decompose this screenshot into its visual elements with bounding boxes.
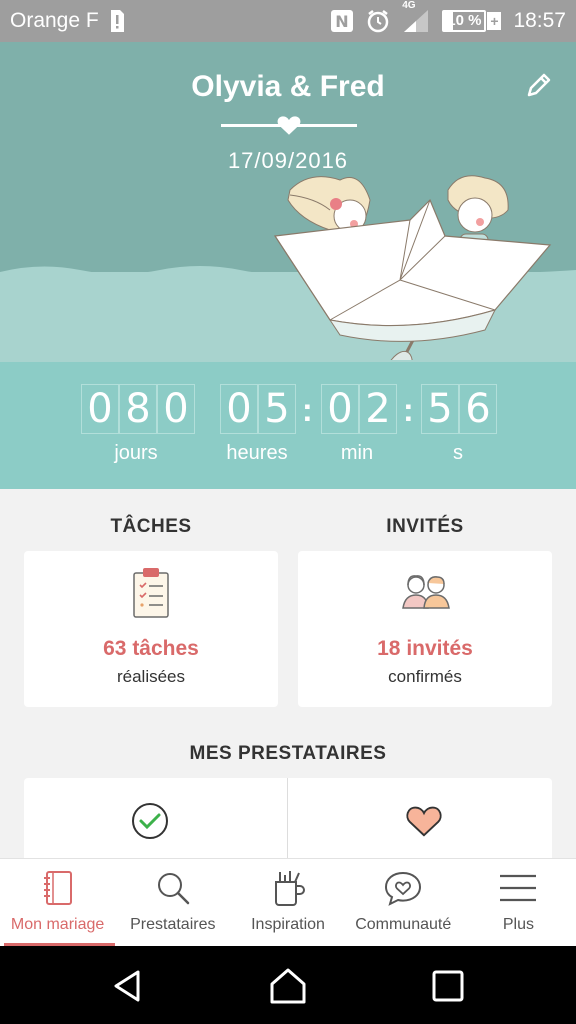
countdown-minute-digit: 0 xyxy=(321,384,359,434)
tasks-count: 63 tâches xyxy=(103,637,199,660)
nav-label: Mon mariage xyxy=(10,916,105,933)
countdown-minute-digit: 2 xyxy=(359,384,397,434)
guests-couple-icon xyxy=(402,575,450,609)
paper-boat-couple-illustration xyxy=(273,175,552,360)
vendors-card xyxy=(24,778,552,868)
countdown-second-digit: 6 xyxy=(459,384,497,434)
guests-section-title: INVITÉS xyxy=(386,516,464,537)
guests-caption: confirmés xyxy=(388,667,462,686)
search-icon xyxy=(157,873,190,905)
home-icon[interactable] xyxy=(268,966,308,1006)
network-type: 4G xyxy=(402,0,416,11)
countdown-hour-digit: 5 xyxy=(258,384,296,434)
countdown-days-label: jours xyxy=(114,442,158,464)
nav-item-inspiration[interactable]: Inspiration xyxy=(230,859,345,946)
battery-icon: 10 % + xyxy=(442,10,502,32)
notebook-icon xyxy=(43,871,72,905)
vendors-favorites-tile[interactable] xyxy=(288,778,552,868)
inspiration-cup-icon xyxy=(275,871,305,906)
guests-count: 18 invités xyxy=(377,637,473,660)
countdown-minutes-label: min xyxy=(340,442,374,464)
nav-label: Plus xyxy=(502,916,534,933)
guests-card[interactable]: 18 invités confirmés xyxy=(298,551,552,707)
nav-item-prestataires[interactable]: Prestataires xyxy=(115,859,230,946)
countdown-seconds-label: s xyxy=(453,442,463,464)
status-icons: N 4G 10 % + 18:57 xyxy=(330,0,566,34)
nav-label: Prestataires xyxy=(130,916,216,933)
carrier-group: Orange F xyxy=(10,9,125,33)
nav-item-mon-mariage[interactable]: Mon mariage xyxy=(0,859,116,946)
tasks-card[interactable]: 63 tâches réalisées xyxy=(24,551,278,707)
nav-label: Communauté xyxy=(355,916,452,933)
svg-text:N: N xyxy=(336,12,349,31)
signal-icon: 4G xyxy=(402,0,430,34)
heart-icon xyxy=(406,806,442,837)
countdown-day-digit: 0 xyxy=(81,384,119,434)
check-circle-icon xyxy=(132,803,168,839)
battery-level: 10 % xyxy=(442,10,487,32)
system-navigation-bar xyxy=(0,946,576,1024)
vendors-booked-tile[interactable] xyxy=(24,778,287,868)
countdown-hours-label: heures xyxy=(226,442,288,464)
back-icon[interactable] xyxy=(108,966,148,1006)
countdown: 0 8 0 0 5 : 0 2 : 5 6 jours heures min s xyxy=(0,362,576,489)
couple-names: Olyvia & Fred xyxy=(191,70,385,103)
chat-heart-icon xyxy=(385,871,422,906)
countdown-separator: : xyxy=(302,392,313,428)
clipboard-checklist-icon xyxy=(133,568,169,618)
bottom-navigation: Mon mariage Prestataires Inspiration Com… xyxy=(0,858,576,946)
tasks-caption: réalisées xyxy=(116,667,186,686)
nav-label: Inspiration xyxy=(251,916,325,933)
clock: 18:57 xyxy=(513,9,566,32)
nfc-icon: N xyxy=(330,9,354,33)
countdown-second-digit: 5 xyxy=(421,384,459,434)
countdown-hour-digit: 0 xyxy=(220,384,258,434)
nav-item-communaute[interactable]: Communauté xyxy=(346,859,461,946)
heart-icon xyxy=(277,116,301,135)
countdown-day-digit: 0 xyxy=(157,384,195,434)
countdown-day-digit: 8 xyxy=(119,384,157,434)
edit-pencil-icon[interactable] xyxy=(524,70,554,100)
nav-item-plus[interactable]: Plus xyxy=(461,859,576,946)
tasks-section-title: TÂCHES xyxy=(110,516,192,537)
menu-icon xyxy=(500,874,537,902)
alarm-icon xyxy=(366,9,390,33)
carrier-name: Orange F xyxy=(10,9,99,32)
vendors-section-title: MES PRESTATAIRES xyxy=(189,743,387,764)
sim-alert-icon xyxy=(109,9,125,33)
charging-plus-icon: + xyxy=(487,12,502,30)
recent-apps-icon[interactable] xyxy=(428,966,468,1006)
status-bar: Orange F N 4G 10 % + 18:57 xyxy=(0,0,576,42)
countdown-separator: : xyxy=(403,392,414,428)
couple-header: Olyvia & Fred 17/09/2016 xyxy=(0,42,576,362)
